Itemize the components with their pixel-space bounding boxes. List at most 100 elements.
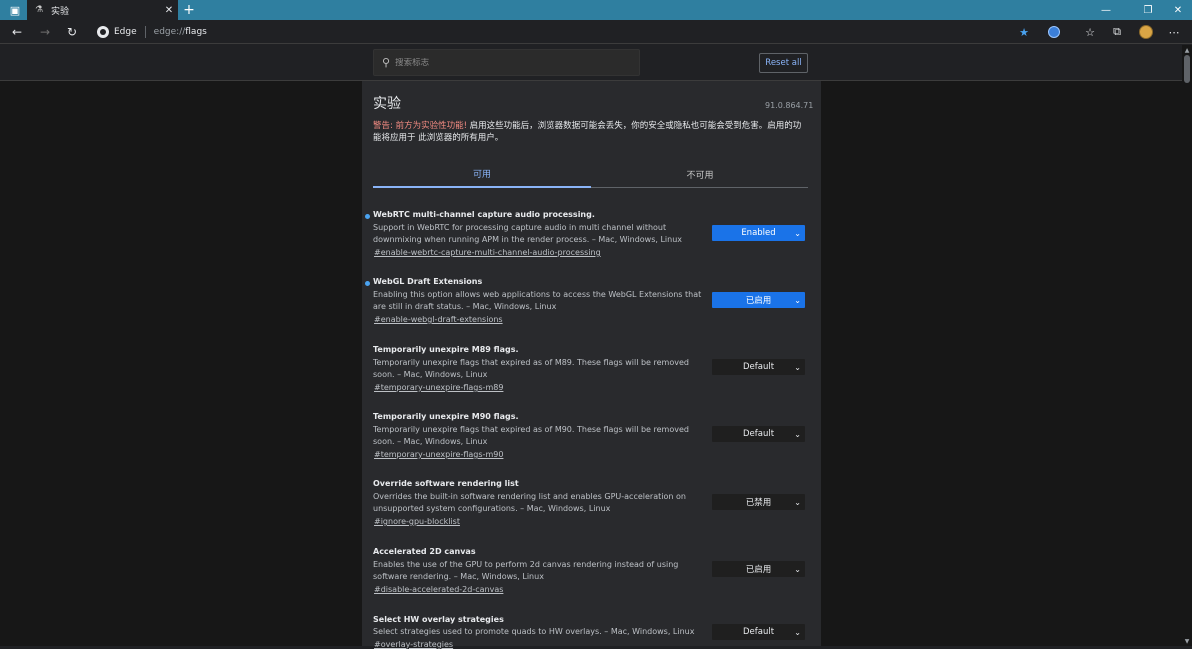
experiment-select[interactable]: Enabled ⌄ bbox=[712, 225, 805, 241]
experiment-select[interactable]: Default ⌄ bbox=[712, 359, 805, 375]
chevron-down-icon: ⌄ bbox=[794, 295, 801, 305]
flags-header: ⚲ Reset all bbox=[0, 45, 1182, 81]
close-tab-icon[interactable]: ✕ bbox=[160, 5, 178, 16]
divider bbox=[144, 26, 146, 38]
scroll-thumb[interactable] bbox=[1184, 55, 1190, 83]
experiment-description: Support in WebRTC for processing capture… bbox=[373, 223, 683, 244]
chevron-down-icon: ⌄ bbox=[794, 497, 801, 507]
experiment-link[interactable]: #temporary-unexpire-flags-m89 bbox=[374, 383, 813, 392]
url-host: flags bbox=[185, 27, 207, 37]
chevron-down-icon: ⌄ bbox=[794, 228, 801, 238]
select-value: Default bbox=[742, 429, 775, 439]
select-value: Enabled bbox=[741, 228, 776, 238]
select-value: Default bbox=[742, 627, 775, 637]
address-bar[interactable]: Edge edge://flags bbox=[92, 22, 1012, 42]
more-button[interactable]: ⋯ bbox=[1165, 23, 1183, 41]
refresh-button[interactable]: ↻ bbox=[62, 22, 82, 42]
minimize-button[interactable]: — bbox=[1092, 0, 1120, 20]
close-window-button[interactable]: ✕ bbox=[1164, 0, 1192, 20]
experiment-description: Enables the use of the GPU to perform 2d… bbox=[373, 560, 679, 581]
forward-button[interactable]: → bbox=[35, 22, 55, 42]
experiment-select[interactable]: 已启用 ⌄ bbox=[712, 292, 805, 308]
experiment-name: WebRTC multi-channel capture audio proce… bbox=[373, 210, 595, 219]
tab-available[interactable]: 可用 bbox=[373, 160, 591, 188]
experiment-select[interactable]: Default ⌄ bbox=[712, 624, 805, 640]
refresh-icon: ↻ bbox=[66, 25, 78, 39]
search-box[interactable]: ⚲ bbox=[373, 49, 640, 76]
experiment-item: Temporarily unexpire M90 flags. Temporar… bbox=[373, 412, 813, 459]
plus-icon: + bbox=[183, 2, 195, 18]
experiment-item: Temporarily unexpire M89 flags. Temporar… bbox=[373, 345, 813, 392]
edge-logo-icon bbox=[97, 26, 109, 38]
collections-icon: ⧉ bbox=[1113, 25, 1121, 38]
browser-tab[interactable]: ⚗ 实验 ✕ bbox=[27, 0, 178, 20]
experiment-name: Temporarily unexpire M90 flags. bbox=[373, 412, 519, 421]
extension-icon bbox=[1048, 26, 1060, 38]
title-bar: ▣ ⚗ 实验 ✕ + — ❐ ✕ bbox=[0, 0, 1192, 20]
experiment-name: Temporarily unexpire M89 flags. bbox=[373, 345, 519, 354]
forward-arrow-icon: → bbox=[39, 25, 51, 39]
experiment-item: Select HW overlay strategies Select stra… bbox=[373, 615, 813, 649]
scroll-down-icon[interactable]: ▼ bbox=[1182, 636, 1192, 646]
extension-button[interactable] bbox=[1045, 23, 1063, 41]
scroll-up-icon[interactable]: ▲ bbox=[1182, 45, 1192, 55]
flask-icon: ⚗ bbox=[35, 5, 44, 15]
star-filled-icon: ★ bbox=[1019, 25, 1029, 39]
warning-prefix: 警告: 前方为实验性功能! bbox=[373, 121, 467, 131]
experiment-link[interactable]: #ignore-gpu-blocklist bbox=[374, 517, 813, 526]
favorites-icon: ☆ bbox=[1085, 25, 1095, 39]
experiment-name: Select HW overlay strategies bbox=[373, 615, 504, 624]
experiment-item: WebRTC multi-channel capture audio proce… bbox=[365, 210, 813, 257]
select-value: 已禁用 bbox=[745, 498, 772, 508]
site-identity[interactable]: Edge bbox=[114, 27, 137, 37]
experiment-select[interactable]: 已启用 ⌄ bbox=[712, 561, 805, 577]
tab-unavailable[interactable]: 不可用 bbox=[591, 160, 809, 188]
experiment-item: WebGL Draft Extensions Enabling this opt… bbox=[365, 277, 813, 324]
experiment-name: WebGL Draft Extensions bbox=[373, 277, 483, 286]
restore-button[interactable]: ❐ bbox=[1134, 0, 1162, 20]
modified-indicator bbox=[365, 214, 370, 219]
page-title: 实验 bbox=[373, 96, 401, 112]
experiment-description: Select strategies used to promote quads … bbox=[373, 627, 695, 636]
reset-all-button[interactable]: Reset all bbox=[759, 53, 808, 73]
avatar bbox=[1139, 25, 1153, 39]
experiment-link[interactable]: #disable-accelerated-2d-canvas bbox=[374, 585, 813, 594]
experiment-description: Overrides the built-in software renderin… bbox=[373, 492, 686, 513]
experiment-select[interactable]: Default ⌄ bbox=[712, 426, 805, 442]
tab-actions-icon[interactable]: ▣ bbox=[5, 0, 25, 20]
search-input[interactable] bbox=[395, 57, 616, 68]
minimize-icon: — bbox=[1101, 4, 1111, 16]
experiment-name: Accelerated 2D canvas bbox=[373, 547, 476, 556]
favorite-star-button[interactable]: ★ bbox=[1015, 23, 1033, 41]
version-label: 91.0.864.71 bbox=[765, 101, 814, 110]
collections-button[interactable]: ⧉ bbox=[1108, 23, 1126, 41]
profile-button[interactable] bbox=[1137, 23, 1155, 41]
experiment-link[interactable]: #overlay-strategies bbox=[374, 640, 813, 649]
close-icon: ✕ bbox=[1173, 4, 1183, 16]
experiment-link[interactable]: #enable-webrtc-capture-multi-channel-aud… bbox=[374, 248, 813, 257]
chevron-down-icon: ⌄ bbox=[794, 429, 801, 439]
back-arrow-icon: ← bbox=[11, 25, 23, 39]
chevron-down-icon: ⌄ bbox=[794, 564, 801, 574]
search-icon: ⚲ bbox=[382, 56, 391, 69]
tab-title: 实验 bbox=[51, 6, 70, 17]
new-tab-button[interactable]: + bbox=[182, 0, 196, 20]
select-value: 已启用 bbox=[745, 296, 772, 306]
favorites-button[interactable]: ☆ bbox=[1081, 23, 1099, 41]
select-value: Default bbox=[742, 362, 775, 372]
chevron-down-icon: ⌄ bbox=[794, 362, 801, 372]
experiment-description: Temporarily unexpire flags that expired … bbox=[373, 425, 689, 446]
warning-text: 警告: 前方为实验性功能! 启用这些功能后，浏览器数据可能会丢失，你的安全或隐私… bbox=[373, 121, 808, 144]
experiment-link[interactable]: #temporary-unexpire-flags-m90 bbox=[374, 450, 813, 459]
url-scheme: edge:// bbox=[153, 27, 186, 37]
select-value: 已启用 bbox=[745, 565, 772, 575]
experiment-select[interactable]: 已禁用 ⌄ bbox=[712, 494, 805, 510]
experiment-name: Override software rendering list bbox=[373, 479, 519, 488]
experiment-item: Override software rendering list Overrid… bbox=[373, 479, 813, 526]
toolbar: ← → ↻ Edge edge://flags ★ ☆ ⧉ ⋯ bbox=[0, 20, 1192, 44]
restore-icon: ❐ bbox=[1143, 4, 1153, 16]
vertical-scrollbar[interactable]: ▲ ▼ bbox=[1182, 45, 1192, 646]
back-button[interactable]: ← bbox=[7, 22, 27, 42]
experiment-link[interactable]: #enable-webgl-draft-extensions bbox=[374, 315, 813, 324]
experiment-description: Temporarily unexpire flags that expired … bbox=[373, 358, 689, 379]
